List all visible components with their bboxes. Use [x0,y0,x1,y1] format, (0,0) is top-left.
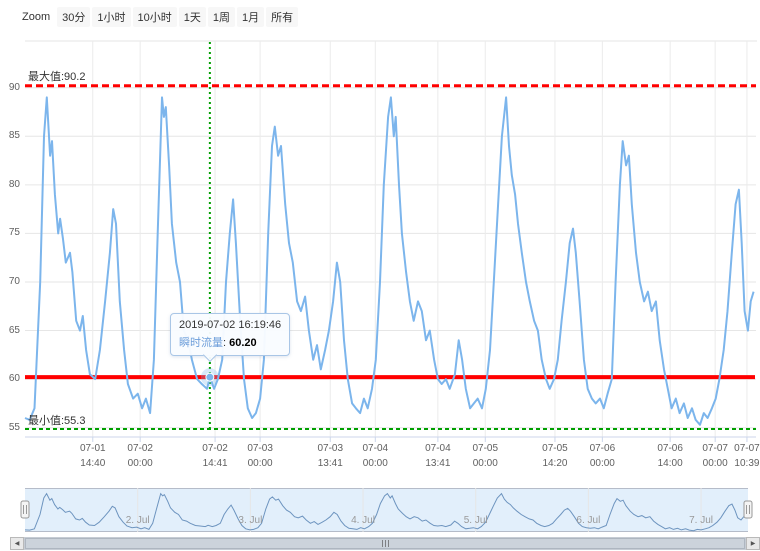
x-axis-label: 07-0300:00 [228,441,292,471]
range-button-2[interactable]: 1小时 [92,7,130,27]
x-axis-label-time: 00:00 [453,456,517,471]
y-axis-label: 85 [0,130,20,141]
tooltip: 2019-07-02 16:19:46 瞬时流量: 60.20 [170,313,290,356]
x-axis-label: 07-0710:39 [715,441,760,471]
navigator-label: 5. Jul [451,515,501,526]
x-axis-label-date: 07-03 [228,441,292,456]
max-line-label: 最大值:90.2 [28,68,85,84]
scrollbar-track[interactable] [24,537,746,550]
x-axis-label-time: 00:00 [108,456,172,471]
tooltip-value: 60.20 [229,337,257,349]
navigator-right-handle[interactable] [744,501,752,518]
x-axis-label-time: 00:00 [343,456,407,471]
scroll-left-icon: ◀ [15,540,20,547]
navigator-left-handle[interactable] [21,501,29,518]
scroll-right-icon: ▶ [751,540,756,547]
y-axis-label: 70 [0,276,20,287]
range-button-3[interactable]: 10小时 [133,7,177,27]
navigator-label: 2. Jul [113,515,163,526]
navigator-label: 3. Jul [225,515,275,526]
scrollbar-grip-icon [382,540,389,547]
x-axis-label-date: 07-07 [715,441,760,456]
x-axis-label-time: 00:00 [228,456,292,471]
x-axis-label-time: 10:39 [715,456,760,471]
min-line-label: 最小值:55.3 [28,412,85,428]
scrollbar-thumb[interactable] [25,538,745,549]
range-button-7[interactable]: 所有 [266,7,298,27]
y-axis-label: 55 [0,422,20,433]
navigator-label: 4. Jul [338,515,388,526]
scrollbar-left-button[interactable]: ◀ [10,537,24,550]
stock-chart: Zoom 30分1小时10小时1天1周1月所有 最大值:90.2 最小值:55.… [0,0,760,551]
x-axis-label-time: 00:00 [570,456,634,471]
y-axis-label: 75 [0,227,20,238]
x-axis-label: 07-0600:00 [570,441,634,471]
hover-marker [206,373,214,381]
y-axis-label: 80 [0,179,20,190]
navigator-label: 7. Jul [676,515,726,526]
tooltip-datetime: 2019-07-02 16:19:46 [179,319,281,331]
y-axis-label: 60 [0,373,20,384]
range-button-1[interactable]: 30分 [57,7,90,27]
x-axis-label: 07-0400:00 [343,441,407,471]
y-axis-label: 90 [0,82,20,93]
zoom-label: Zoom [22,11,50,23]
x-axis-label: 07-0500:00 [453,441,517,471]
x-axis-label-date: 07-02 [108,441,172,456]
x-axis-label-date: 07-05 [453,441,517,456]
tooltip-value-row: 瞬时流量: 60.20 [179,334,281,350]
range-button-4[interactable]: 1天 [179,7,206,27]
x-axis-label: 07-0200:00 [108,441,172,471]
navigator-label: 6. Jul [563,515,613,526]
y-axis-label: 65 [0,325,20,336]
scrollbar-right-button[interactable]: ▶ [746,537,760,550]
range-button-6[interactable]: 1月 [237,7,264,27]
range-selector: Zoom 30分1小时10小时1天1周1月所有 [22,7,300,27]
range-buttons: 30分1小时10小时1天1周1月所有 [57,7,300,27]
x-axis-label-date: 07-04 [343,441,407,456]
x-axis-label-date: 07-06 [570,441,634,456]
range-button-5[interactable]: 1周 [208,7,235,27]
tooltip-series-label: 瞬时流量 [179,337,223,349]
